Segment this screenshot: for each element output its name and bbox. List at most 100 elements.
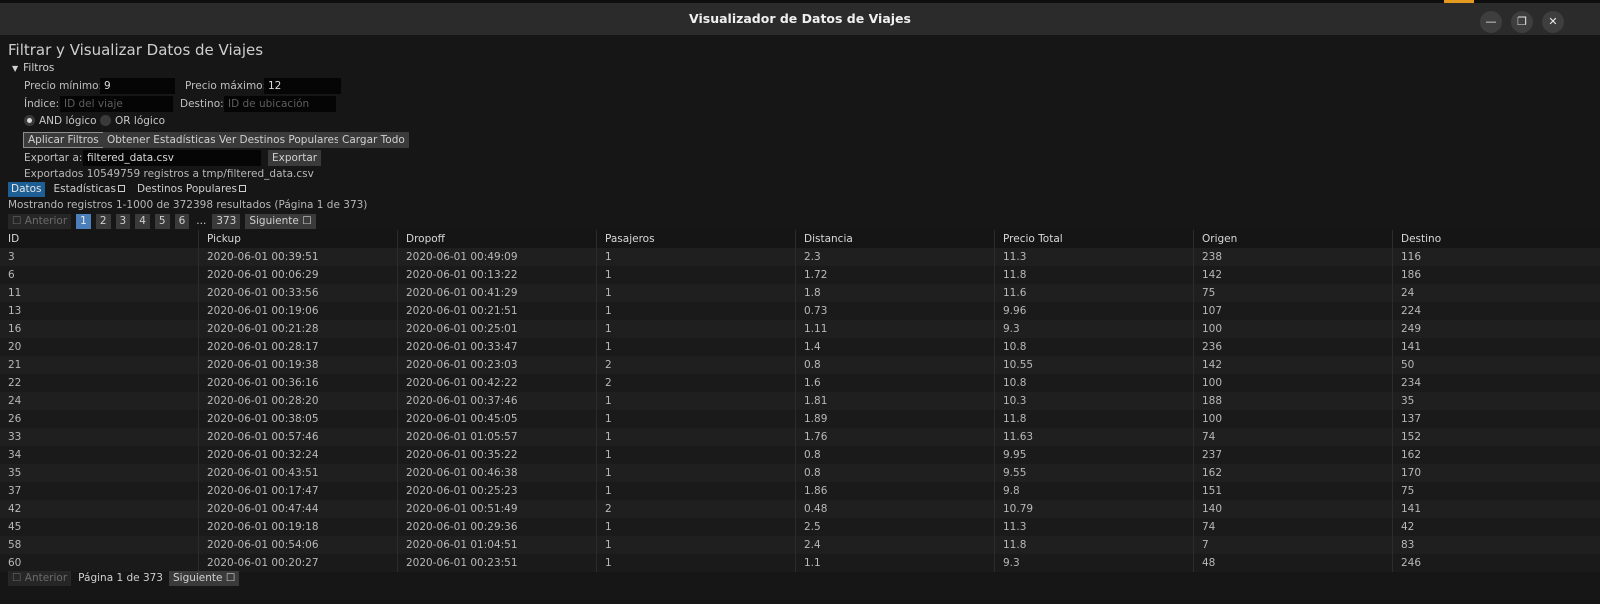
- next-page-button[interactable]: Siguiente ☐: [245, 214, 316, 229]
- table-cell: 1: [597, 410, 796, 428]
- load-all-button[interactable]: Cargar Todo: [338, 132, 409, 148]
- precio-max-input[interactable]: 12: [264, 78, 341, 94]
- table-cell: 2020-06-01 00:33:56: [199, 284, 398, 302]
- table-row[interactable]: 60 2020-06-01 00:20:27 2020-06-01 00:23:51…: [0, 554, 1600, 572]
- table-row[interactable]: 20 2020-06-01 00:28:17 2020-06-01 00:33:47…: [0, 338, 1600, 356]
- table-cell: 2020-06-01 00:47:44: [199, 500, 398, 518]
- table-cell: 1.1: [796, 554, 995, 572]
- minimize-button[interactable]: —: [1480, 11, 1502, 33]
- tab-datos[interactable]: Datos: [8, 182, 45, 197]
- table-row[interactable]: 6 2020-06-01 00:06:29 2020-06-01 00:13:22 1…: [0, 266, 1600, 284]
- table-cell: 249: [1401, 323, 1422, 335]
- table-cell: 186: [1401, 269, 1422, 281]
- table-cell: 34: [0, 446, 199, 464]
- export-path-input[interactable]: filtered_data.csv: [83, 150, 261, 166]
- get-stats-button[interactable]: Obtener Estadísticas: [103, 132, 220, 148]
- indice-input[interactable]: ID del viaje: [60, 96, 173, 112]
- table-cell: 16: [0, 320, 199, 338]
- table-cell: 1: [597, 446, 796, 464]
- table-row[interactable]: 34 2020-06-01 00:32:24 2020-06-01 00:35:22…: [0, 446, 1600, 464]
- table-cell: 48: [1194, 554, 1393, 572]
- table-cell: 21: [0, 356, 199, 374]
- tab-estadisticas-label: Estadísticas: [53, 183, 116, 195]
- table-row[interactable]: 11 2020-06-01 00:33:56 2020-06-01 00:41:29…: [0, 284, 1600, 302]
- table-cell: 116: [1401, 251, 1422, 263]
- page-button[interactable]: 6: [174, 214, 190, 229]
- page-button[interactable]: 5: [154, 214, 170, 229]
- column-header[interactable]: Origen: [1194, 230, 1393, 248]
- column-header[interactable]: Pickup: [199, 230, 398, 248]
- column-header[interactable]: Precio Total: [995, 230, 1194, 248]
- filters-collapsing-header[interactable]: ▼ Filtros: [12, 62, 54, 74]
- table-cell: 1: [597, 320, 796, 338]
- table-cell: 1.6: [796, 374, 995, 392]
- table-cell: 2020-06-01 00:20:27: [199, 554, 398, 572]
- table-row[interactable]: 58 2020-06-01 00:54:06 2020-06-01 01:04:51…: [0, 536, 1600, 554]
- close-button[interactable]: ✕: [1542, 11, 1564, 33]
- last-page-button[interactable]: 373: [212, 214, 241, 229]
- table-row[interactable]: 24 2020-06-01 00:28:20 2020-06-01 00:37:46…: [0, 392, 1600, 410]
- table-row[interactable]: 13 2020-06-01 00:19:06 2020-06-01 00:21:51…: [0, 302, 1600, 320]
- table-cell: 1: [597, 302, 796, 320]
- column-header[interactable]: Destino: [1393, 230, 1600, 248]
- page-ellipsis: ...: [196, 215, 207, 227]
- tab-estadisticas[interactable]: Estadísticas: [51, 182, 128, 197]
- next-page-button-bottom[interactable]: Siguiente ☐: [168, 571, 240, 586]
- table-row[interactable]: 45 2020-06-01 00:19:18 2020-06-01 00:29:36…: [0, 518, 1600, 536]
- or-radio[interactable]: OR lógico: [100, 115, 165, 127]
- table-cell: 1: [597, 464, 796, 482]
- page-button[interactable]: 4: [135, 214, 150, 229]
- prev-page-label: Anterior: [24, 572, 68, 584]
- table-cell: 2020-06-01 00:13:22: [398, 266, 597, 284]
- tab-bar: Datos Estadísticas Destinos Populares: [8, 182, 255, 197]
- table-row[interactable]: 16 2020-06-01 00:21:28 2020-06-01 00:25:01…: [0, 320, 1600, 338]
- table-cell: 33: [0, 428, 199, 446]
- prev-page-button[interactable]: ☐ Anterior: [8, 214, 72, 229]
- table-cell: 2020-06-01 00:19:38: [199, 356, 398, 374]
- table-row[interactable]: 21 2020-06-01 00:19:38 2020-06-01 00:23:03…: [0, 356, 1600, 374]
- table-cell: 162: [1194, 464, 1393, 482]
- table-cell: 2020-06-01 00:23:03: [398, 356, 597, 374]
- table-row[interactable]: 22 2020-06-01 00:36:16 2020-06-01 00:42:22…: [0, 374, 1600, 392]
- precio-min-input[interactable]: 9: [100, 78, 175, 94]
- table-cell: 9.3: [995, 554, 1194, 572]
- maximize-button[interactable]: ❐: [1511, 11, 1533, 33]
- table-row[interactable]: 35 2020-06-01 00:43:51 2020-06-01 00:46:38…: [0, 464, 1600, 482]
- table-cell: 58: [0, 536, 199, 554]
- table-row[interactable]: 3 2020-06-01 00:39:51 2020-06-01 00:49:09 1…: [0, 248, 1600, 266]
- table-cell: 1.81: [796, 392, 995, 410]
- popular-destinations-button[interactable]: Ver Destinos Populares: [215, 132, 344, 148]
- table-cell: 2020-06-01 00:19:18: [199, 518, 398, 536]
- table-cell: 9.96: [995, 302, 1194, 320]
- table-cell: 11.8: [995, 410, 1194, 428]
- page-button[interactable]: 2: [95, 214, 111, 229]
- page-button[interactable]: 1: [76, 214, 91, 229]
- table-cell: 10.55: [995, 356, 1194, 374]
- table-row[interactable]: 33 2020-06-01 00:57:46 2020-06-01 01:05:57…: [0, 428, 1600, 446]
- table-cell: 1: [597, 428, 796, 446]
- export-button[interactable]: Exportar: [268, 150, 322, 166]
- tab-destinos-populares[interactable]: Destinos Populares: [134, 182, 249, 197]
- column-header[interactable]: ID: [0, 230, 199, 248]
- and-radio[interactable]: AND lógico: [24, 115, 97, 127]
- table-cell: 11.8: [995, 266, 1194, 284]
- tab-close-icon[interactable]: [117, 185, 125, 192]
- column-header[interactable]: Pasajeros: [597, 230, 796, 248]
- apply-filters-button[interactable]: Aplicar Filtros: [23, 132, 104, 148]
- page-button[interactable]: 3: [115, 214, 131, 229]
- column-header[interactable]: Distancia: [796, 230, 995, 248]
- destino-input[interactable]: ID de ubicación: [224, 96, 336, 112]
- table-row[interactable]: 26 2020-06-01 00:38:05 2020-06-01 00:45:05…: [0, 410, 1600, 428]
- table-cell: 2020-06-01 00:29:36: [398, 518, 597, 536]
- tab-close-icon[interactable]: [238, 185, 246, 192]
- table-cell: 2020-06-01 00:21:51: [398, 302, 597, 320]
- table-cell: 83: [1401, 539, 1415, 551]
- table-cell: 1: [597, 338, 796, 356]
- table-cell: 234: [1401, 377, 1422, 389]
- column-header[interactable]: Dropoff: [398, 230, 597, 248]
- table-row[interactable]: 37 2020-06-01 00:17:47 2020-06-01 00:25:23…: [0, 482, 1600, 500]
- table-row[interactable]: 42 2020-06-01 00:47:44 2020-06-01 00:51:49…: [0, 500, 1600, 518]
- table-cell: 162: [1401, 449, 1422, 461]
- prev-page-button-bottom[interactable]: ☐ Anterior: [8, 571, 72, 586]
- table-cell: 9.8: [995, 482, 1194, 500]
